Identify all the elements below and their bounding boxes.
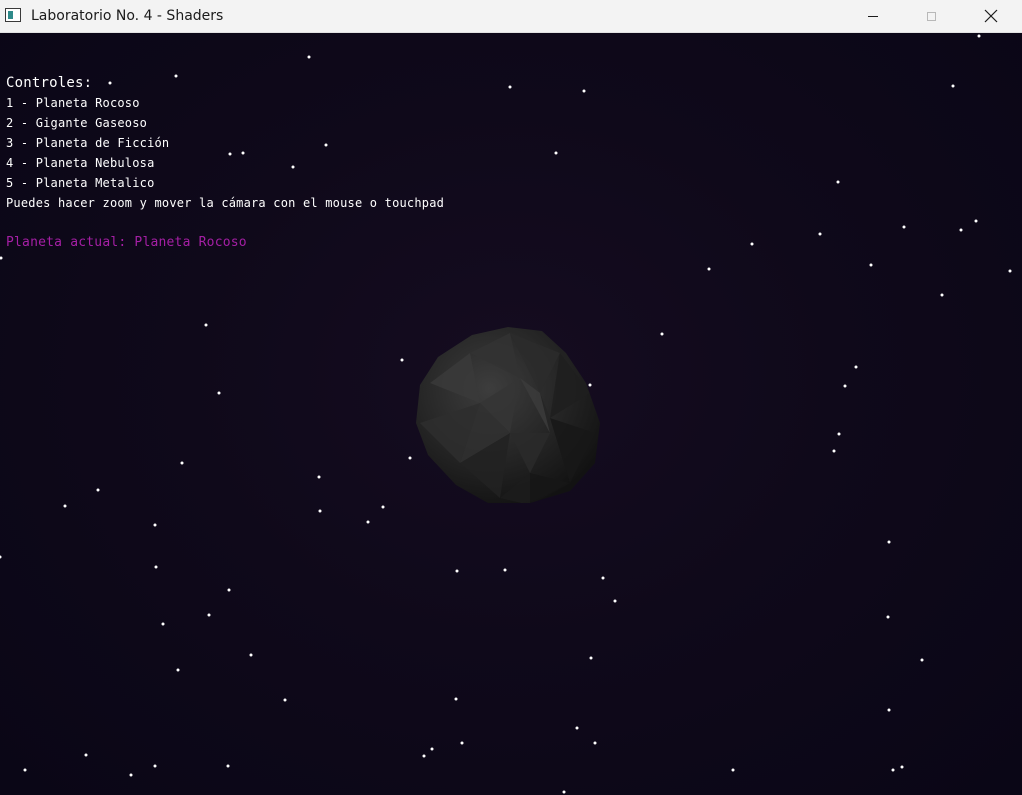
star bbox=[887, 708, 891, 712]
star bbox=[508, 85, 512, 89]
star bbox=[887, 540, 891, 544]
minimize-icon bbox=[868, 15, 878, 17]
star bbox=[153, 523, 157, 527]
star bbox=[836, 180, 840, 184]
star bbox=[977, 34, 981, 38]
star bbox=[582, 89, 586, 93]
camera-hint: Puedes hacer zoom y mover la cámara con … bbox=[6, 196, 445, 210]
star bbox=[249, 653, 253, 657]
star bbox=[84, 753, 88, 757]
star bbox=[400, 358, 404, 362]
star bbox=[161, 622, 165, 626]
star bbox=[180, 461, 184, 465]
star bbox=[153, 764, 157, 768]
star bbox=[176, 668, 180, 672]
star bbox=[707, 267, 711, 271]
star bbox=[381, 505, 385, 509]
star bbox=[974, 219, 978, 223]
maximize-icon bbox=[926, 11, 936, 21]
star bbox=[318, 509, 322, 513]
window-title: Laboratorio No. 4 - Shaders bbox=[31, 8, 224, 24]
star bbox=[731, 768, 735, 772]
star bbox=[307, 55, 311, 59]
star bbox=[575, 726, 579, 730]
star bbox=[503, 568, 507, 572]
maximize-button[interactable] bbox=[902, 0, 960, 32]
star bbox=[660, 332, 664, 336]
star bbox=[837, 432, 841, 436]
star bbox=[554, 151, 558, 155]
control-nebula: 4 - Planeta Nebulosa bbox=[6, 156, 155, 170]
star bbox=[454, 697, 458, 701]
control-fiction: 3 - Planeta de Ficción bbox=[6, 136, 170, 150]
star bbox=[1008, 269, 1012, 273]
star bbox=[869, 263, 873, 267]
rocky-planet bbox=[416, 327, 600, 503]
current-planet-label: Planeta actual: Planeta Rocoso bbox=[6, 235, 247, 250]
app-window-icon bbox=[5, 8, 21, 22]
star bbox=[593, 741, 597, 745]
star bbox=[204, 323, 208, 327]
star bbox=[317, 475, 321, 479]
star bbox=[460, 741, 464, 745]
star bbox=[129, 773, 133, 777]
star bbox=[750, 242, 754, 246]
star bbox=[891, 768, 895, 772]
star bbox=[96, 488, 100, 492]
render-viewport[interactable]: Controles: 1 - Planeta Rocoso 2 - Gigant… bbox=[0, 33, 1022, 795]
star bbox=[0, 256, 3, 260]
star bbox=[154, 565, 158, 569]
control-rocky: 1 - Planeta Rocoso bbox=[6, 96, 140, 110]
star bbox=[227, 588, 231, 592]
star bbox=[951, 84, 955, 88]
star bbox=[455, 569, 459, 573]
controls-heading: Controles: bbox=[6, 75, 93, 91]
star bbox=[430, 747, 434, 751]
control-metallic: 5 - Planeta Metalico bbox=[6, 176, 155, 190]
star bbox=[940, 293, 944, 297]
title-bar[interactable]: Laboratorio No. 4 - Shaders bbox=[0, 0, 1022, 33]
star bbox=[23, 768, 27, 772]
star bbox=[226, 764, 230, 768]
star bbox=[818, 232, 822, 236]
minimize-button[interactable] bbox=[844, 0, 902, 32]
star bbox=[843, 384, 847, 388]
star bbox=[0, 555, 2, 559]
star bbox=[366, 520, 370, 524]
star bbox=[601, 576, 605, 580]
close-icon bbox=[984, 9, 998, 23]
star bbox=[900, 765, 904, 769]
star bbox=[207, 613, 211, 617]
control-gas-giant: 2 - Gigante Gaseoso bbox=[6, 116, 148, 130]
star bbox=[886, 615, 890, 619]
star bbox=[422, 754, 426, 758]
star bbox=[854, 365, 858, 369]
star bbox=[589, 656, 593, 660]
app-window: Laboratorio No. 4 - Shaders Controles: 1… bbox=[0, 0, 1022, 795]
star bbox=[562, 790, 566, 794]
close-button[interactable] bbox=[960, 0, 1022, 32]
star bbox=[902, 225, 906, 229]
star bbox=[63, 504, 67, 508]
star bbox=[959, 228, 963, 232]
star bbox=[832, 449, 836, 453]
star bbox=[613, 599, 617, 603]
star bbox=[283, 698, 287, 702]
controls-overlay: Controles: 1 - Planeta Rocoso 2 - Gigant… bbox=[6, 73, 444, 253]
star bbox=[217, 391, 221, 395]
star bbox=[920, 658, 924, 662]
